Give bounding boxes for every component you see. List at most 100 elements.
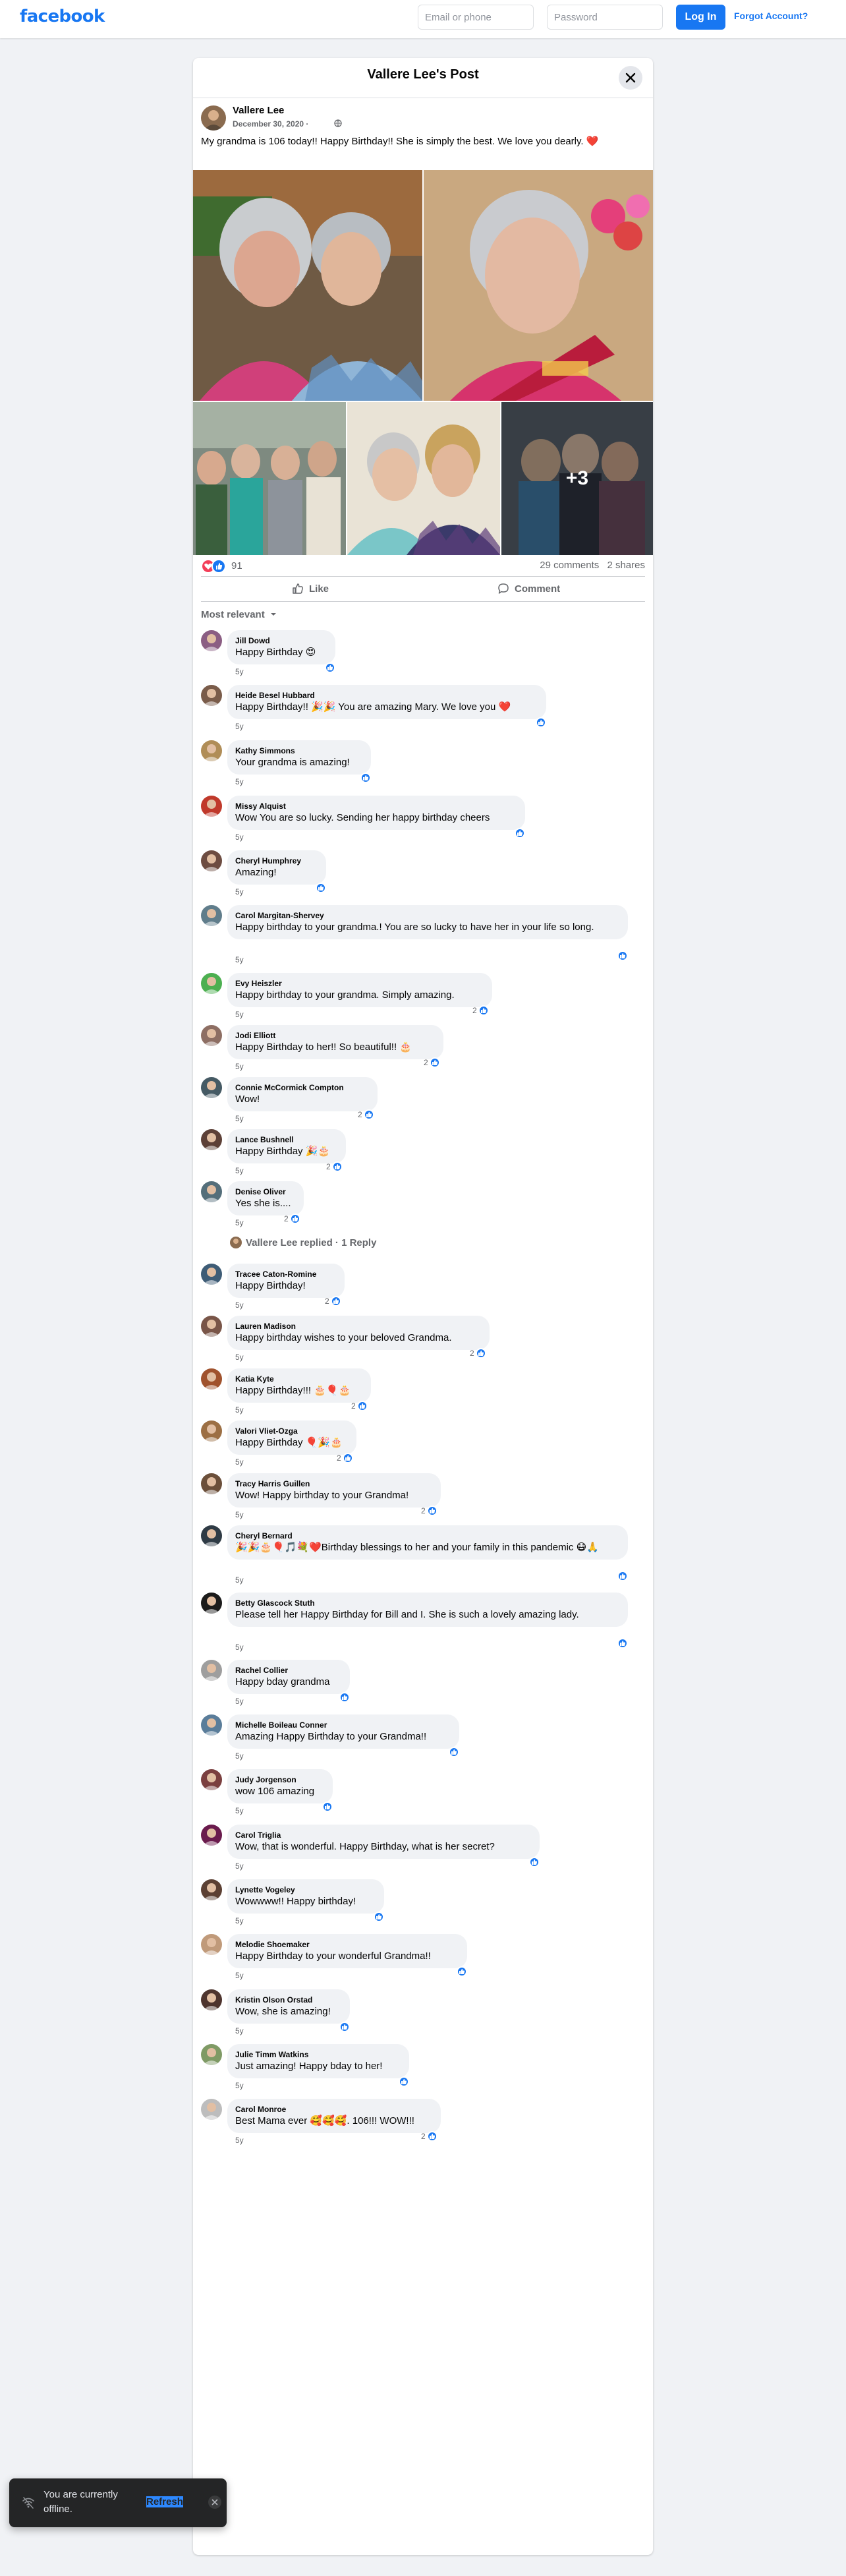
facebook-logo[interactable]: facebook [20, 7, 105, 26]
more-photos-overlay[interactable]: +3 [501, 402, 653, 555]
commenter-name[interactable]: Cheryl Humphrey [235, 856, 318, 866]
commenter-name[interactable]: Katia Kyte [235, 1374, 363, 1384]
commenter-avatar[interactable] [201, 1825, 222, 1846]
comment-timestamp[interactable]: 5y [235, 777, 244, 786]
comment-sort-dropdown[interactable]: Most relevant [201, 609, 277, 620]
comment-timestamp[interactable]: 5y [235, 2026, 244, 2035]
comment-timestamp[interactable]: 5y [235, 2081, 244, 2090]
commenter-avatar[interactable] [201, 1181, 222, 1202]
commenter-avatar[interactable] [201, 2099, 222, 2120]
comment-timestamp[interactable]: 5y [235, 1806, 244, 1815]
commenter-avatar[interactable] [201, 685, 222, 706]
login-button[interactable]: Log In [676, 5, 725, 30]
comment-timestamp[interactable]: 5y [235, 1697, 244, 1706]
comment-timestamp[interactable]: 5y [235, 1971, 244, 1980]
comment-reaction-badge[interactable]: 2 [325, 1295, 341, 1307]
author-avatar[interactable] [201, 105, 226, 131]
comment-button[interactable]: Comment [497, 577, 560, 600]
commenter-name[interactable]: Jodi Elliott [235, 1030, 436, 1041]
commenter-avatar[interactable] [201, 1714, 222, 1736]
commenter-name[interactable]: Melodie Shoemaker [235, 1939, 459, 1950]
commenter-avatar[interactable] [201, 1473, 222, 1494]
comment-reaction-badge[interactable] [374, 1911, 384, 1923]
commenter-name[interactable]: Kristin Olson Orstad [235, 1995, 342, 2005]
refresh-button[interactable]: Refresh [146, 2496, 183, 2507]
commenter-name[interactable]: Heide Besel Hubbard [235, 690, 538, 701]
comment-reaction-badge[interactable] [339, 2021, 350, 2033]
comment-reaction-badge[interactable] [617, 950, 628, 962]
comment-timestamp[interactable]: 5y [235, 1353, 244, 1362]
comment-timestamp[interactable]: 5y [235, 1062, 244, 1071]
close-icon[interactable] [208, 2496, 221, 2509]
comment-timestamp[interactable]: 5y [235, 833, 244, 842]
commenter-name[interactable]: Lauren Madison [235, 1321, 482, 1332]
comment-reaction-badge[interactable]: 2 [326, 1161, 343, 1173]
commenter-avatar[interactable] [201, 1264, 222, 1285]
commenter-name[interactable]: Betty Glascock Stuth [235, 1598, 620, 1608]
shares-count[interactable]: 2 shares [607, 560, 645, 571]
commenter-avatar[interactable] [201, 1420, 222, 1442]
comment-reaction-badge[interactable] [617, 1637, 628, 1649]
commenter-avatar[interactable] [201, 850, 222, 871]
author-name[interactable]: Vallere Lee [233, 105, 284, 116]
commenter-name[interactable]: Judy Jorgenson [235, 1774, 325, 1785]
commenter-name[interactable]: Missy Alquist [235, 801, 517, 811]
commenter-name[interactable]: Carol Monroe [235, 2104, 433, 2115]
commenter-avatar[interactable] [201, 1769, 222, 1790]
commenter-name[interactable]: Valori Vliet-Ozga [235, 1426, 349, 1436]
comment-timestamp[interactable]: 5y [235, 1405, 244, 1415]
comment-timestamp[interactable]: 5y [235, 1751, 244, 1761]
commenter-name[interactable]: Carol Triglia [235, 1830, 532, 1840]
comment-reaction-badge[interactable]: 2 [351, 1400, 368, 1412]
commenter-name[interactable]: Rachel Collier [235, 1665, 342, 1676]
commenter-avatar[interactable] [201, 1316, 222, 1337]
commenter-avatar[interactable] [201, 630, 222, 651]
comment-timestamp[interactable]: 5y [235, 1861, 244, 1871]
comment-reaction-badge[interactable] [529, 1856, 540, 1868]
commenter-avatar[interactable] [201, 1660, 222, 1681]
comment-timestamp[interactable]: 5y [235, 1643, 244, 1652]
commenter-avatar[interactable] [201, 740, 222, 761]
commenter-avatar[interactable] [201, 905, 222, 926]
comment-reaction-badge[interactable]: 2 [337, 1452, 353, 1464]
comment-timestamp[interactable]: 5y [235, 1457, 244, 1467]
view-replies-link[interactable]: Vallere Lee replied · 1 Reply [230, 1237, 376, 1248]
commenter-name[interactable]: Lance Bushnell [235, 1134, 338, 1145]
comment-timestamp[interactable]: 5y [235, 1510, 244, 1519]
comment-reaction-badge[interactable]: 2 [358, 1109, 374, 1121]
comment-reaction-badge[interactable] [316, 882, 326, 894]
comment-timestamp[interactable]: 5y [235, 955, 244, 964]
comment-reaction-badge[interactable] [360, 772, 371, 784]
comment-reaction-badge[interactable] [457, 1966, 467, 1977]
comments-count[interactable]: 29 comments [540, 560, 599, 571]
comment-timestamp[interactable]: 5y [235, 1301, 244, 1310]
comment-reaction-badge[interactable] [515, 827, 525, 839]
commenter-avatar[interactable] [201, 1525, 222, 1546]
commenter-avatar[interactable] [201, 1129, 222, 1150]
commenter-name[interactable]: Carol Margitan-Shervey [235, 910, 620, 921]
commenter-name[interactable]: Cheryl Bernard [235, 1531, 620, 1541]
commenter-avatar[interactable] [201, 796, 222, 817]
comment-reaction-badge[interactable] [449, 1746, 459, 1758]
comment-timestamp[interactable]: 5y [235, 1916, 244, 1925]
commenter-avatar[interactable] [201, 1879, 222, 1900]
photo-4[interactable] [347, 402, 500, 555]
commenter-avatar[interactable] [201, 1593, 222, 1614]
comment-timestamp[interactable]: 5y [235, 1218, 244, 1227]
comment-timestamp[interactable]: 5y [235, 887, 244, 896]
commenter-avatar[interactable] [201, 1077, 222, 1098]
email-field[interactable] [418, 5, 534, 30]
comment-reaction-badge[interactable]: 2 [472, 1005, 489, 1016]
comment-timestamp[interactable]: 5y [235, 2136, 244, 2145]
commenter-name[interactable]: Connie McCormick Compton [235, 1082, 370, 1093]
photo-3[interactable] [193, 402, 346, 555]
comment-reaction-badge[interactable]: 2 [284, 1213, 300, 1225]
close-button[interactable] [619, 66, 642, 90]
commenter-avatar[interactable] [201, 2044, 222, 2065]
comment-timestamp[interactable]: 5y [235, 1114, 244, 1123]
commenter-avatar[interactable] [201, 1934, 222, 1955]
comment-reaction-badge[interactable]: 2 [421, 1505, 437, 1517]
comment-reaction-badge[interactable] [325, 662, 335, 674]
commenter-name[interactable]: Michelle Boileau Conner [235, 1720, 451, 1730]
password-field[interactable] [547, 5, 663, 30]
